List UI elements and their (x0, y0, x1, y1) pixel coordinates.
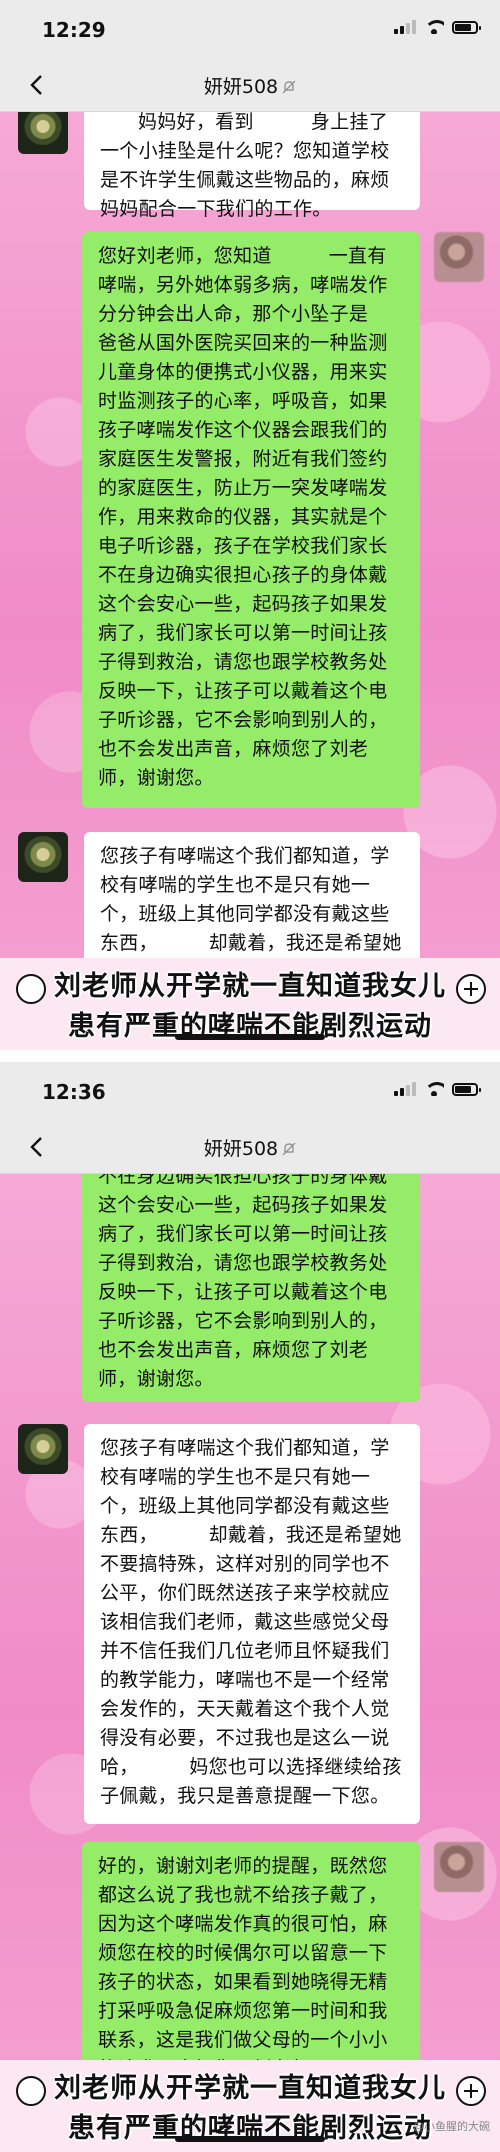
wifi-icon (424, 20, 444, 34)
caption-overlay: 刘老师从开学就一直知道我女儿 患有严重的哮喘不能剧烈运动 (0, 958, 500, 1050)
chat-area: 妈妈好，看到 身上挂了一个小挂坠是什么呢？您知道学校是不许学生佩戴这些物品的，麻… (0, 112, 500, 1050)
parent-avatar[interactable] (434, 232, 484, 282)
message-bubble-teacher: 您孩子有哮喘这个我们都知道，学校有哮喘的学生也不是只有她一个，班级上其他同学都没… (84, 1424, 420, 1824)
message-text: 您孩子有哮喘这个我们都知道，学校有哮喘的学生也不是只有她一个，班级上其他同学都没… (100, 1437, 402, 1807)
message-text: 好的，谢谢刘老师的提醒，既然您都这么说了我也就不给孩子戴了，因为这个哮喘发作真的… (98, 1855, 388, 2080)
mute-bell-icon (282, 1142, 296, 1156)
home-indicator (175, 1034, 325, 1040)
watermark: @小鱼腥的大碗 (413, 2120, 490, 2133)
signal-icon (394, 20, 416, 34)
message-bubble-parent: 好的，谢谢刘老师的提醒，既然您都这么说了我也就不给孩子戴了，因为这个哮喘发作真的… (82, 1842, 420, 2092)
message-bubble-teacher: 妈妈好，看到 身上挂了一个小挂坠是什么呢？您知道学校是不许学生佩戴这些物品的，麻… (84, 112, 420, 220)
caption-line-1: 刘老师从开学就一直知道我女儿 (54, 971, 446, 1002)
home-indicator (175, 2136, 325, 2142)
chat-title-wrap: 妍妍508 (0, 1134, 500, 1161)
status-time: 12:36 (42, 1080, 106, 1104)
chat-title-wrap: 妍妍508 (0, 72, 500, 99)
plus-icon[interactable] (456, 974, 486, 1004)
chat-header: 妍妍508 (0, 58, 500, 112)
message-text: 妈妈好，看到 身上挂了一个小挂坠是什么呢？您知道学校是不许学生佩戴这些物品的，麻… (100, 112, 390, 220)
caption-line-1: 刘老师从开学就一直知道我女儿 (54, 2073, 446, 2104)
message-text: 您好刘老师，您知道 一直有哮喘，另外她体弱多病，哮喘发作分分钟会出人命，那个小坠… (98, 245, 426, 789)
message-bubble-parent: 不在身边确实很担心孩子的身体戴这个会安心一些，起码孩子如果发病了，我们家长可以第… (82, 1174, 420, 1402)
chat-title: 妍妍508 (203, 76, 279, 98)
battery-icon (452, 1082, 481, 1096)
caption-overlay: 刘老师从开学就一直知道我女儿 患有严重的哮喘不能剧烈运动 @小鱼腥的大碗 (0, 2060, 500, 2152)
signal-icon (394, 1082, 416, 1096)
plus-icon[interactable] (456, 2076, 486, 2106)
message-text: 不在身边确实很担心孩子的身体戴这个会安心一些，起码孩子如果发病了，我们家长可以第… (98, 1174, 388, 1390)
status-icons (394, 1082, 481, 1096)
status-bar: 12:36 (0, 1062, 500, 1120)
teacher-avatar[interactable] (18, 112, 68, 154)
chat-title: 妍妍508 (203, 1138, 279, 1160)
message-bubble-parent: 您好刘老师，您知道 一直有哮喘，另外她体弱多病，哮喘发作分分钟会出人命，那个小坠… (82, 232, 420, 808)
teacher-avatar[interactable] (18, 1424, 68, 1474)
battery-icon (452, 20, 481, 34)
screenshot-panel-1: 12:29 妍妍508 妈妈好，看到 身上挂了一个小挂坠是什么呢？您知道学校是不… (0, 0, 500, 1050)
status-icons (394, 20, 481, 34)
chat-area: 不在身边确实很担心孩子的身体戴这个会安心一些，起码孩子如果发病了，我们家长可以第… (0, 1174, 500, 2152)
chat-header: 妍妍508 (0, 1120, 500, 1174)
teacher-avatar[interactable] (18, 832, 68, 882)
wifi-icon (424, 1082, 444, 1096)
mute-bell-icon (282, 80, 296, 94)
status-bar: 12:29 (0, 0, 500, 58)
parent-avatar[interactable] (434, 1842, 484, 1892)
status-time: 12:29 (42, 18, 106, 42)
screenshot-panel-2: 12:36 妍妍508 不在身边确实很担心孩子的身体戴这个会安心一些，起码孩子如… (0, 1062, 500, 2152)
